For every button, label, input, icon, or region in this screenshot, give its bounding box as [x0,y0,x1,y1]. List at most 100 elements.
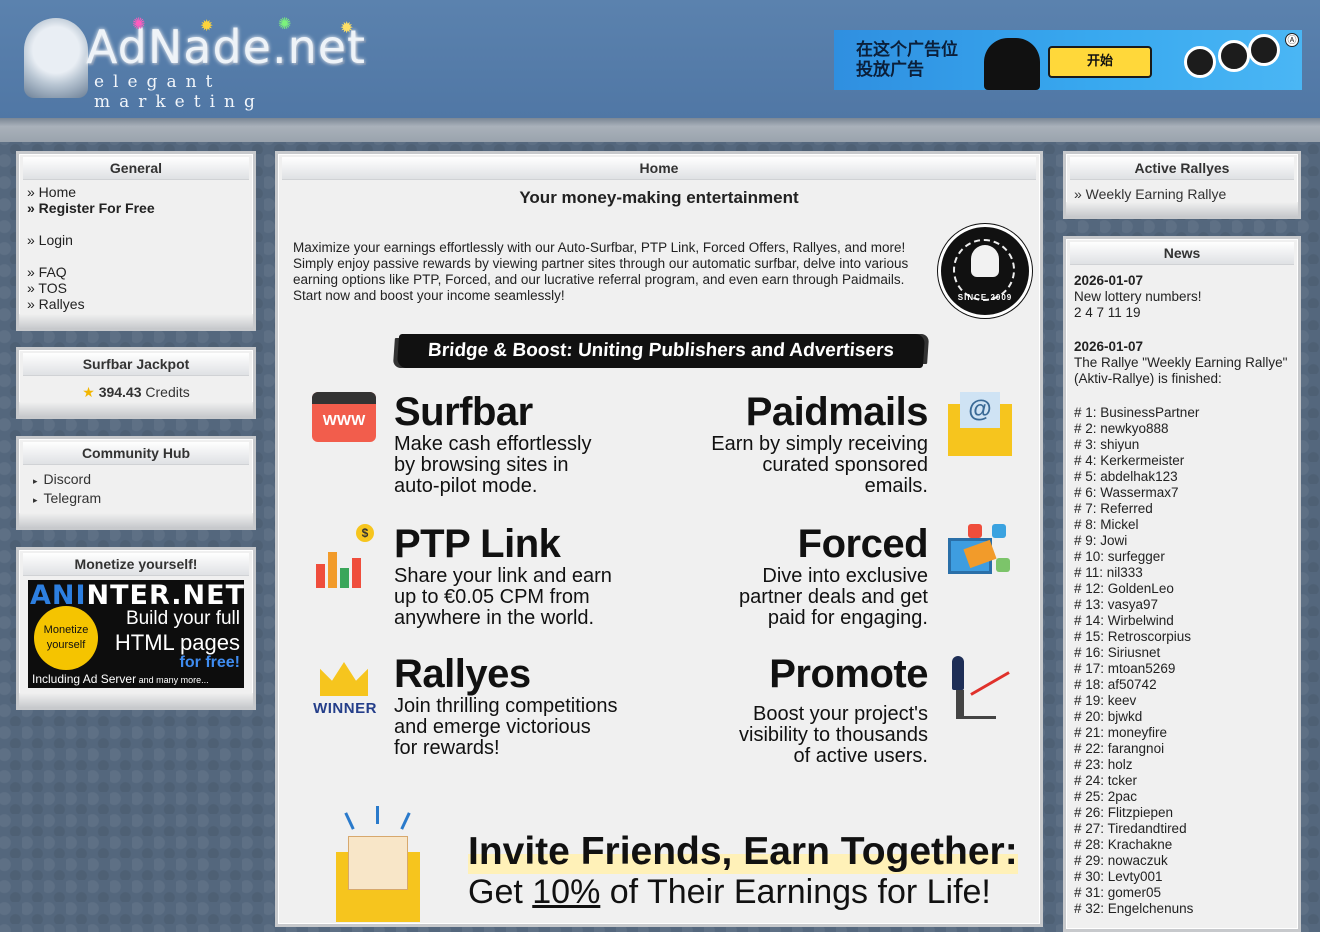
banner-ad-line2: 投放广告 [856,60,924,80]
panel-news: News 2026-01-07 New lottery numbers! 2 4… [1063,236,1301,932]
jackpot-value: 394.43 [98,384,142,400]
panel-general: General » Home » Register For Free » Log… [16,151,256,331]
rallye-rank-item: # 14: Wirbelwind [1074,613,1174,628]
rallye-rank-item: # 9: Jowi [1074,533,1128,548]
rallye-rank-item: # 16: Siriusnet [1074,645,1161,660]
invite-envelope-icon [318,806,438,922]
nav-tos[interactable]: » TOS [27,280,253,296]
coin-icon [1184,46,1216,78]
header-banner-ad[interactable]: 在这个广告位 投放广告 开始 Ⓐ [834,30,1302,90]
invite-subheading: Get 10% of Their Earnings for Life! [468,873,991,911]
rallye-rank-item: # 23: holz [1074,757,1133,772]
rallye-results-list: # 1: BusinessPartner # 2: newkyo888 # 3: s… [1074,405,1298,917]
feature-title: Rallyes [394,652,531,696]
panel-home: Home Your money-making entertainment Max… [275,151,1043,927]
link-telegram[interactable]: ▸ Telegram [33,490,253,509]
rallye-rank-item: # 4: Kerkermeister [1074,453,1185,468]
panel-title: General [23,157,249,180]
invite-heading: Invite Friends, Earn Together: [468,830,1018,874]
feature-promote[interactable]: Promote Boost your project's visibility … [678,652,928,767]
panel-active-rallyes: Active Rallyes » Weekly Earning Rallye [1063,151,1301,219]
feature-forced[interactable]: Forced Dive into exclusive partner deals… [678,522,929,629]
lottery-numbers: 2 4 7 11 19 [1074,305,1141,320]
nav-faq[interactable]: » FAQ [27,264,253,280]
intro-paragraph: Maximize your earnings effortlessly with… [293,240,909,303]
rallye-rank-item: # 24: tcker [1074,773,1138,788]
panel-title: Active Rallyes [1070,157,1294,180]
rallye-rank-item: # 3: shiyun [1074,437,1140,452]
rallye-rank-item: # 28: Krachakne [1074,837,1173,852]
nav-login[interactable]: » Login [27,232,253,248]
rallye-rank-item: # 12: GoldenLeo [1074,581,1174,596]
nav-register[interactable]: » Register For Free [27,200,253,216]
jackpot-amount: ★ 394.43 Credits [19,384,253,401]
ad-line: for free! [179,654,240,671]
rallye-rank-item: # 26: Flitzpiepen [1074,805,1174,820]
chart-coin-icon: $ [312,524,376,588]
link-weekly-earning-rallye[interactable]: » Weekly Earning Rallye [1074,186,1298,202]
monetize-seal-icon: Monetize yourself [34,606,98,670]
megaphone-icon [948,524,1012,588]
logo-tagline: elegant marketing [94,72,264,112]
aninter-ad-banner[interactable]: ANINTER.NET Monetize yourself Build your… [28,580,244,688]
firework-icon: ✹ [340,20,354,37]
rallye-rank-item: # 22: farangnoi [1074,741,1165,756]
feature-title: PTP Link [394,522,561,566]
news-date: 2026-01-07 [1074,339,1144,354]
rallye-rank-item: # 6: Wassermax7 [1074,485,1179,500]
nav-rallyes[interactable]: » Rallyes [27,296,253,312]
feature-rallyes[interactable]: Rallyes Join thrilling competitions and … [394,652,617,759]
rallye-rank-item: # 31: gomer05 [1074,885,1162,900]
stairs-arrow-icon [948,656,1012,720]
panel-surfbar-jackpot: Surfbar Jackpot ★ 394.43 Credits [16,347,256,419]
firework-icon: ✹ [200,18,214,35]
nav-home[interactable]: » Home [27,184,253,200]
panel-title: News [1070,242,1294,265]
firework-icon: ✺ [132,16,146,33]
rallye-rank-item: # 1: BusinessPartner [1074,405,1200,420]
panel-title: Monetize yourself! [23,553,249,576]
panel-community-hub: Community Hub ▸ Discord ▸ Telegram [16,436,256,530]
logo-portrait-icon [24,18,88,98]
news-date: 2026-01-07 [1074,273,1144,288]
logo-title: AdNade.net [86,20,367,74]
rallye-rank-item: # 11: nil333 [1074,565,1143,580]
rallye-rank-item: # 30: Levty001 [1074,869,1163,884]
email-at-icon: @ [948,392,1012,456]
rallye-rank-item: # 18: af50742 [1074,677,1157,692]
banner-ad-text: 在这个广告位 投放广告 [856,40,958,80]
since-2009-badge-icon: SINCE 2009 [938,224,1032,318]
rallye-rank-item: # 19: keev [1074,693,1137,708]
panel-title: Surfbar Jackpot [23,353,249,376]
browser-www-icon: WWW [312,392,376,456]
ad-line: Build your full [125,608,240,629]
banner-start-button[interactable]: 开始 [1048,46,1152,78]
rallye-rank-item: # 13: vasya97 [1074,597,1159,612]
bridge-boost-heading: Bridge & Boost: Uniting Publishers and A… [396,334,926,368]
rallye-rank-item: # 15: Retroscorpius [1074,629,1192,644]
news-entry: 2026-01-07 The Rallye "Weekly Earning Ra… [1074,339,1298,387]
rallye-rank-item: # 21: moneyfire [1074,725,1168,740]
adchoices-icon[interactable]: Ⓐ [1285,33,1299,47]
ad-line: HTML pages [114,630,240,655]
rallye-rank-item: # 32: Engelchenuns [1074,901,1194,916]
person-silhouette-icon [984,38,1040,90]
rallye-rank-item: # 25: 2pac [1074,789,1138,804]
rallye-rank-item: # 29: nowaczuk [1074,853,1168,868]
feature-title: Paidmails [745,390,929,434]
site-logo[interactable]: AdNade.net elegant marketing ✺ ✹ ✺ ✹ [24,14,367,112]
page-slogan: Your money-making entertainment [519,188,799,207]
panel-title: Community Hub [23,442,249,465]
bullet-triangle-icon: ▸ [33,495,38,505]
rallye-rank-item: # 17: mtoan5269 [1074,661,1176,676]
rallye-rank-item: # 5: abdelhak123 [1074,469,1178,484]
news-list: 2026-01-07 New lottery numbers! 2 4 7 11… [1074,273,1298,917]
crown-winner-icon: WINNER [312,656,376,720]
feature-title: Promote [769,652,928,696]
feature-paidmails[interactable]: Paidmails Earn by simply receiving curat… [678,390,928,497]
link-discord[interactable]: ▸ Discord [33,471,253,490]
feature-surfbar[interactable]: Surfbar Make cash effortlessly by browsi… [394,390,592,497]
rallye-rank-item: # 10: surfegger [1074,549,1165,564]
feature-ptp-link[interactable]: PTP Link Share your link and earn up to … [394,522,612,629]
rallye-rank-item: # 8: Mickel [1074,517,1139,532]
